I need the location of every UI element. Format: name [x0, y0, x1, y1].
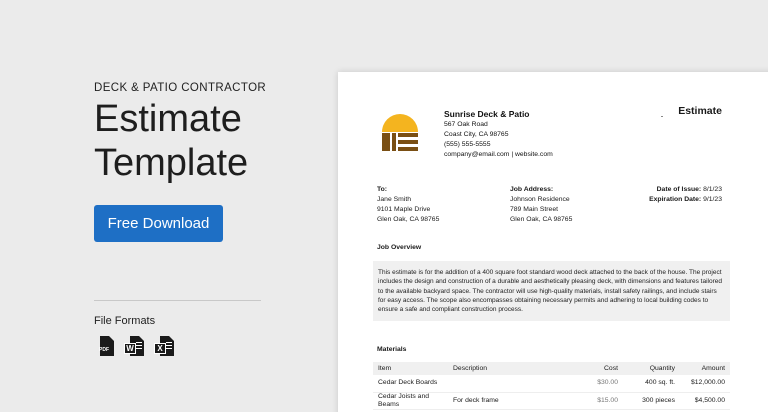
materials-header-row: Item Description Cost Quantity Amount	[373, 362, 730, 375]
estimate-document-preview: Sunrise Deck & Patio 567 Oak Road Coast …	[338, 72, 768, 412]
dates-block: Date of Issue: 8/1/23 Expiration Date: 9…	[649, 185, 722, 205]
job-name: Johnson Residence	[510, 196, 570, 203]
table-row: Cedar Deck Boards $30.00 400 sq. ft. $12…	[373, 375, 730, 393]
col-item: Item	[373, 362, 448, 375]
promo-title-line2: Template	[94, 142, 249, 184]
table-row: Cedar Joists and Beams For deck frame $1…	[373, 392, 730, 410]
company-name: Sunrise Deck & Patio	[444, 109, 530, 119]
file-formats-label: File Formats	[94, 315, 156, 327]
cell-quantity: 400 sq. ft.	[623, 375, 680, 393]
job-city: Glen Oak, CA 98765	[510, 216, 573, 223]
cell-description	[448, 375, 568, 393]
excel-file-icon[interactable]: X	[154, 336, 174, 358]
promo-eyebrow: DECK & PATIO CONTRACTOR	[94, 82, 267, 94]
expiration-date-label: Expiration Date:	[649, 196, 702, 203]
company-address1: 567 Oak Road	[444, 121, 488, 128]
cell-cost: $30.00	[568, 375, 623, 393]
issue-date-value: 8/1/23	[703, 186, 722, 193]
issue-date-label: Date of Issue:	[656, 186, 702, 193]
col-cost: Cost	[568, 362, 623, 375]
decorative-mark	[661, 116, 663, 117]
pdf-file-icon[interactable]: PDF	[94, 336, 114, 358]
cell-quantity: 300 pieces	[623, 392, 680, 410]
cell-item: Cedar Deck Boards	[373, 375, 448, 393]
excel-badge: X	[154, 343, 166, 354]
word-badge: W	[124, 343, 136, 354]
company-address2: Coast City, CA 98765	[444, 131, 509, 138]
materials-table: Item Description Cost Quantity Amount Ce…	[373, 362, 730, 410]
pdf-badge: PDF	[99, 346, 109, 353]
divider	[94, 300, 261, 301]
col-amount: Amount	[680, 362, 730, 375]
cell-cost: $15.00	[568, 392, 623, 410]
cell-item: Cedar Joists and Beams	[373, 392, 448, 410]
cell-amount: $4,500.00	[680, 392, 730, 410]
col-quantity: Quantity	[623, 362, 680, 375]
job-address-block: Job Address: Johnson Residence 789 Main …	[510, 185, 572, 225]
to-street: 9101 Maple Drive	[377, 206, 431, 213]
to-label: To:	[377, 186, 388, 193]
expiration-date-value: 9/1/23	[703, 196, 722, 203]
col-description: Description	[448, 362, 568, 375]
free-download-button[interactable]: Free Download	[94, 205, 223, 242]
file-format-icons: PDF W X	[94, 336, 174, 358]
company-logo	[382, 114, 418, 151]
company-phone: (555) 555-5555	[444, 141, 491, 148]
to-city: Glen Oak, CA 98765	[377, 216, 440, 223]
promo-panel: DECK & PATIO CONTRACTOR Estimate Templat…	[94, 0, 269, 412]
issue-date-row: Date of Issue: 8/1/23	[649, 185, 722, 195]
bill-to-block: To: Jane Smith 9101 Maple Drive Glen Oak…	[377, 185, 439, 225]
expiration-date-row: Expiration Date: 9/1/23	[649, 195, 722, 205]
company-contact: company@email.com | website.com	[444, 151, 553, 158]
document-title: Estimate	[678, 105, 722, 117]
cell-amount: $12,000.00	[680, 375, 730, 393]
job-overview-heading: Job Overview	[377, 244, 422, 251]
cell-description: For deck frame	[448, 392, 568, 410]
promo-title: Estimate Template	[94, 97, 248, 185]
to-name: Jane Smith	[377, 196, 412, 203]
word-file-icon[interactable]: W	[124, 336, 144, 358]
materials-heading: Materials	[377, 346, 407, 353]
promo-title-line1: Estimate	[94, 98, 242, 140]
job-address-label: Job Address:	[510, 186, 554, 193]
job-street: 789 Main Street	[510, 206, 558, 213]
job-overview-text: This estimate is for the addition of a 4…	[373, 261, 730, 321]
company-info: Sunrise Deck & Patio 567 Oak Road Coast …	[444, 109, 553, 160]
